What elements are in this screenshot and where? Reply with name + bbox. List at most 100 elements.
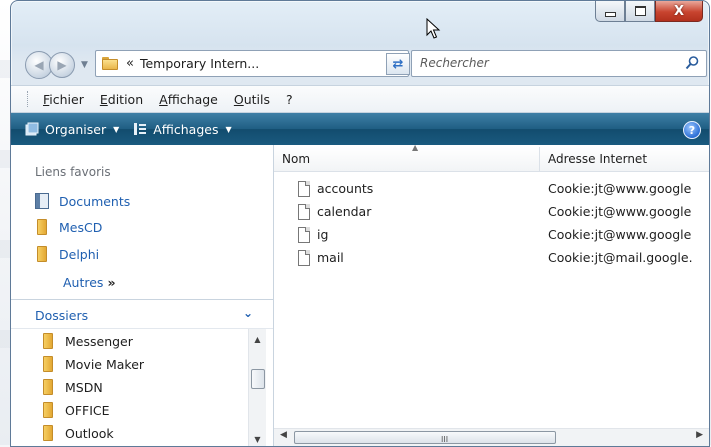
scroll-thumb[interactable] xyxy=(251,369,265,389)
file-address: Cookie:jt@www.google xyxy=(548,227,692,242)
folders-header[interactable]: Dossiers ⌄ xyxy=(11,299,273,329)
views-icon xyxy=(134,123,147,135)
recent-pages-dropdown[interactable]: ▼ xyxy=(81,60,88,70)
favorite-label: Documents xyxy=(59,193,131,209)
file-list-horizontal-scrollbar[interactable]: ◀ III ▶ xyxy=(274,428,709,446)
organize-button[interactable]: Organiser ▼ xyxy=(25,122,119,137)
menu-affichage[interactable]: Affichage xyxy=(159,92,218,107)
close-icon: X xyxy=(673,3,685,19)
address-overflow-chevron[interactable]: « xyxy=(126,56,134,71)
file-address: Cookie:jt@mail.google. xyxy=(548,250,693,265)
scroll-grip: III xyxy=(441,435,449,444)
file-list-pane: Nom ▲ Adresse Internet accounts Cookie:j… xyxy=(274,143,709,446)
menu-grip xyxy=(27,91,31,107)
folder-item-msdn[interactable]: MSDN xyxy=(41,379,103,395)
folder-label: OFFICE xyxy=(65,402,110,418)
folder-label: MSDN xyxy=(65,379,103,395)
folder-item-messenger[interactable]: Messenger xyxy=(41,333,133,349)
views-dropdown-icon: ▼ xyxy=(225,124,232,134)
file-icon xyxy=(298,181,310,197)
maximize-icon xyxy=(634,6,646,16)
organize-label: Organiser xyxy=(45,121,107,137)
title-bar: X xyxy=(11,1,709,41)
folder-icon xyxy=(41,425,55,441)
refresh-button[interactable]: ⇄ xyxy=(386,53,410,75)
close-button[interactable]: X xyxy=(655,1,703,22)
folder-item-outlook[interactable]: Outlook xyxy=(41,425,114,441)
address-bar[interactable]: « Temporary Intern... ▼ xyxy=(95,50,409,77)
file-row[interactable]: mail Cookie:jt@mail.google. xyxy=(274,247,709,269)
menu-bar: Fichier Edition Affichage Outils ? xyxy=(11,85,709,113)
folders-label: Dossiers xyxy=(35,308,89,323)
views-button[interactable]: Affichages ▼ xyxy=(133,121,232,137)
folder-icon xyxy=(41,379,55,395)
documents-icon xyxy=(35,193,49,209)
search-input[interactable]: Rechercher xyxy=(420,56,489,70)
column-header-row: Nom ▲ Adresse Internet xyxy=(274,143,709,172)
navigation-pane: Liens favoris Documents MesCD Delphi Aut… xyxy=(11,145,274,446)
column-header-name[interactable]: Nom ▲ xyxy=(274,143,540,171)
sort-ascending-icon: ▲ xyxy=(412,143,419,152)
scroll-left-icon[interactable]: ◀ xyxy=(280,430,287,440)
file-row[interactable]: calendar Cookie:jt@www.google xyxy=(274,201,709,223)
column-header-address[interactable]: Adresse Internet xyxy=(540,147,709,171)
file-name: accounts xyxy=(317,181,374,196)
folder-icon xyxy=(41,402,55,418)
refresh-icon: ⇄ xyxy=(392,56,404,72)
chevron-down-icon: ⌄ xyxy=(242,306,253,320)
favorite-documents[interactable]: Documents xyxy=(35,193,130,209)
menu-fichier[interactable]: Fichier xyxy=(43,92,84,107)
more-chevron-icon: » xyxy=(107,275,116,290)
folder-icon xyxy=(41,333,55,349)
favorite-label: Delphi xyxy=(59,246,100,262)
window-controls: X xyxy=(595,1,703,22)
file-icon xyxy=(298,250,310,266)
folders-vertical-scrollbar[interactable]: ▲ ▼ xyxy=(248,329,266,446)
favorite-delphi[interactable]: Delphi xyxy=(35,246,99,262)
file-icon xyxy=(298,227,310,243)
address-path[interactable]: Temporary Intern... xyxy=(140,56,259,71)
favorites-header: Liens favoris xyxy=(35,165,111,179)
folder-icon xyxy=(35,246,49,262)
folder-icon xyxy=(102,57,118,70)
content-area: Liens favoris Documents MesCD Delphi Aut… xyxy=(11,143,709,446)
menu-outils[interactable]: Outils xyxy=(234,92,270,107)
folder-item-movie-maker[interactable]: Movie Maker xyxy=(41,356,144,372)
file-row[interactable]: ig Cookie:jt@www.google xyxy=(274,224,709,246)
file-address: Cookie:jt@www.google xyxy=(548,204,692,219)
folder-icon xyxy=(41,356,55,372)
file-icon xyxy=(298,204,310,220)
forward-button[interactable]: ▶ xyxy=(49,52,75,78)
file-name: calendar xyxy=(317,204,372,219)
scroll-down-icon[interactable]: ▼ xyxy=(249,435,266,444)
column-label: Adresse Internet xyxy=(548,152,648,166)
maximize-button[interactable] xyxy=(625,1,655,22)
folder-icon xyxy=(35,219,49,235)
command-bar: Organiser ▼ Affichages ▼ ? xyxy=(11,113,709,145)
navigation-row: ◀ ▶ ▼ « Temporary Intern... ▼ ⇄ Recherch… xyxy=(11,41,709,83)
menu-help[interactable]: ? xyxy=(286,92,293,107)
column-label: Nom xyxy=(282,152,311,166)
scroll-up-icon[interactable]: ▲ xyxy=(249,335,266,344)
scroll-right-icon[interactable]: ▶ xyxy=(696,430,703,440)
help-button[interactable]: ? xyxy=(683,121,701,139)
search-icon[interactable] xyxy=(684,55,700,71)
favorite-mescd[interactable]: MesCD xyxy=(35,219,102,235)
folder-item-office[interactable]: OFFICE xyxy=(41,402,110,418)
minimize-button[interactable] xyxy=(595,1,625,22)
views-label: Affichages xyxy=(153,121,219,137)
search-box[interactable]: Rechercher xyxy=(411,50,707,77)
forward-arrow-icon: ▶ xyxy=(57,58,67,72)
folder-label: Messenger xyxy=(65,333,133,349)
folder-label: Outlook xyxy=(65,425,114,441)
help-icon: ? xyxy=(688,123,696,137)
scroll-thumb[interactable]: III xyxy=(294,431,556,444)
more-label: Autres xyxy=(63,275,104,290)
folder-label: Movie Maker xyxy=(65,356,145,372)
explorer-window: X ◀ ▶ ▼ « Temporary Intern... ▼ ⇄ Recher… xyxy=(10,0,710,447)
more-favorites-link[interactable]: Autres» xyxy=(63,275,116,290)
file-address: Cookie:jt@www.google xyxy=(548,181,692,196)
menu-edition[interactable]: Edition xyxy=(100,92,143,107)
minimize-icon xyxy=(604,11,616,17)
file-row[interactable]: accounts Cookie:jt@www.google xyxy=(274,178,709,200)
